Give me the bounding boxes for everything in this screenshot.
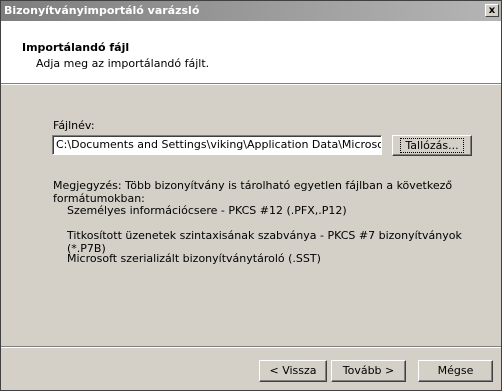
back-button[interactable]: < Vissza xyxy=(259,360,327,382)
format-note: Megjegyzés: Több bizonyítvány is tárolha… xyxy=(53,179,453,205)
page-subtitle: Adja meg az importálandó fájlt. xyxy=(36,57,210,70)
page-title: Importálandó fájl xyxy=(22,41,130,54)
filename-label: Fájlnév: xyxy=(53,119,95,132)
title-bar[interactable]: Bizonyítványimportáló varázsló x xyxy=(1,1,501,21)
cancel-button[interactable]: Mégse xyxy=(418,360,493,382)
filename-input[interactable]: C:\Documents and Settings\viking\Applica… xyxy=(52,135,382,155)
header-divider xyxy=(1,83,501,85)
import-wizard-window: Bizonyítványimportáló varázsló x Importá… xyxy=(0,0,502,391)
format-item-sst: Microsoft szerializált bizonyítványtárol… xyxy=(67,252,321,265)
format-item-pfx: Személyes információcsere - PKCS #12 (.P… xyxy=(67,204,347,217)
browse-button[interactable]: Tallózás... xyxy=(392,135,472,156)
next-button[interactable]: Tovább > xyxy=(331,360,406,382)
wizard-header: Importálandó fájl Adja meg az importálan… xyxy=(1,21,501,83)
window-title: Bizonyítványimportáló varázsló xyxy=(4,4,200,17)
footer-divider xyxy=(1,346,501,348)
close-icon[interactable]: x xyxy=(485,4,499,17)
browse-button-label: Tallózás... xyxy=(400,138,464,153)
